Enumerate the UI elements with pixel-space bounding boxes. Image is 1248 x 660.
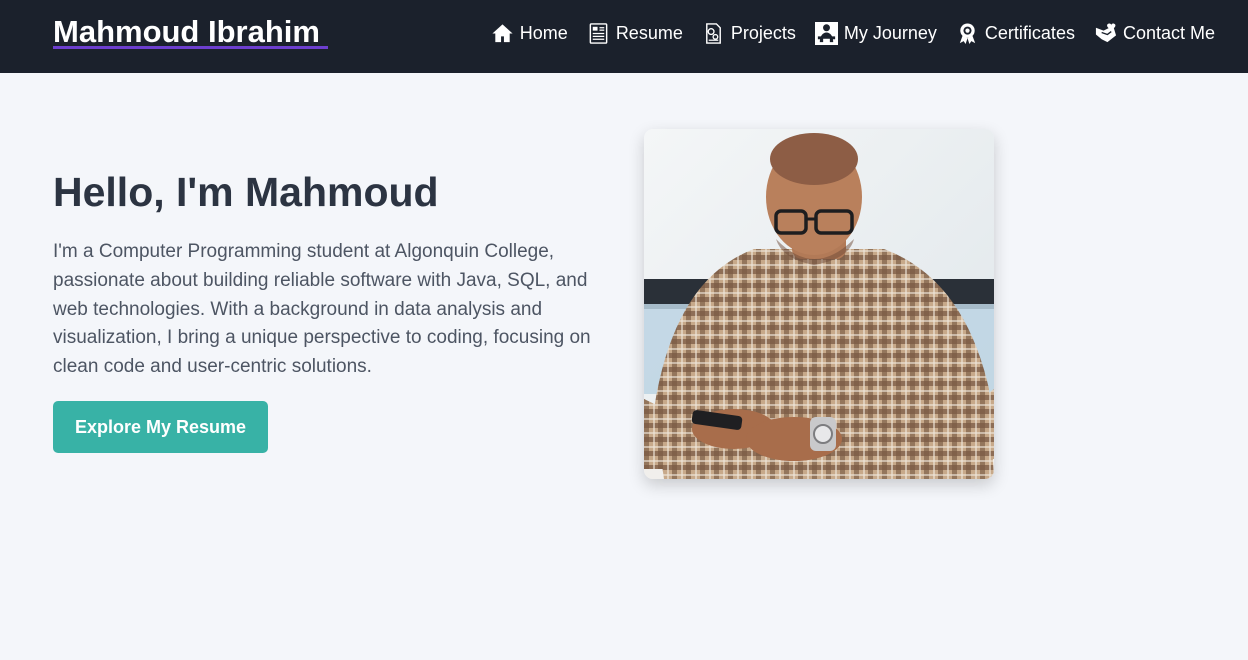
resume-icon [587,22,610,45]
nav-item-contact[interactable]: Contact Me [1094,20,1215,46]
projects-icon [702,22,725,45]
nav-item-home[interactable]: Home [491,20,568,46]
hero-title: Hello, I'm Mahmoud [53,169,439,215]
navbar: Mahmoud Ibrahim Home Resume Projects My … [0,0,1248,73]
nav-item-label: Resume [615,23,683,43]
hero-description: I'm a Computer Programming student at Al… [53,241,591,378]
nav-item-certificates[interactable]: Certificates [956,20,1075,46]
main-nav: Home Resume Projects My Journey Certific… [491,20,1215,46]
nav-item-resume[interactable]: Resume [587,20,683,46]
contact-icon [1094,22,1117,45]
explore-resume-button[interactable]: Explore My Resume [53,401,268,453]
nav-item-label: Projects [730,23,796,43]
nav-item-label: My Journey [843,23,937,43]
nav-item-projects[interactable]: Projects [702,20,796,46]
home-icon [491,22,514,45]
nav-item-label: Contact Me [1122,23,1215,43]
nav-item-label: Home [519,23,568,43]
profile-photo [644,129,994,479]
brand-link[interactable]: Mahmoud Ibrahim [53,14,320,50]
nav-item-label: Certificates [984,23,1075,43]
nav-item-journey[interactable]: My Journey [814,20,937,46]
brand-underline [53,46,328,49]
journey-icon [814,21,838,45]
certificate-icon [956,22,979,45]
